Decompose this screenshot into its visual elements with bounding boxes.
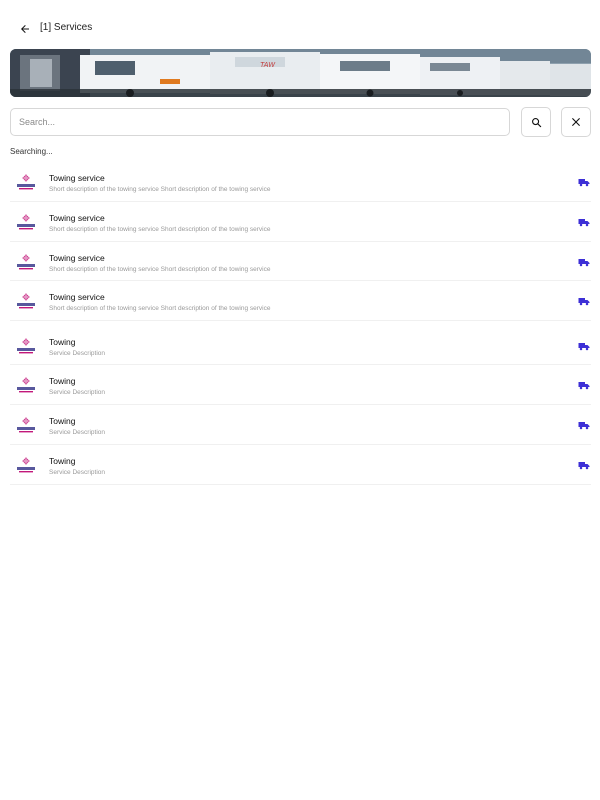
service-item[interactable]: Towing Service Description [10, 326, 591, 366]
service-title: Towing [49, 376, 76, 387]
service-item[interactable]: Towing Service Description [10, 445, 591, 485]
back-button[interactable] [14, 18, 36, 40]
status-text: Searching... [10, 147, 53, 156]
page-title: [1] Services [40, 22, 93, 33]
service-description: Service Description [49, 389, 105, 397]
all-in-1-logo [17, 253, 35, 269]
service-title: Towing service [49, 173, 105, 183]
services-list: Towing service Short description of the … [10, 162, 591, 485]
service-description: Short description of the towing service … [49, 305, 271, 313]
service-description: Short description of the towing service … [49, 186, 271, 193]
truck-icon [578, 342, 590, 350]
service-item[interactable]: Towing Service Description [10, 365, 591, 406]
all-in-1-logo [17, 293, 35, 309]
service-description: Short description of the towing service … [49, 225, 271, 233]
service-description: Service Description [49, 429, 105, 437]
truck-icon [578, 179, 590, 187]
service-item[interactable]: Towing service Short description of the … [10, 162, 591, 202]
service-title: Towing [49, 336, 76, 347]
truck-icon [578, 382, 590, 390]
all-in-1-logo [17, 457, 35, 473]
service-title: Towing [49, 416, 76, 427]
service-item[interactable]: Towing service Short description of the … [10, 202, 591, 242]
service-description: Service Description [49, 469, 105, 477]
service-title: Towing service [49, 252, 105, 263]
clear-button[interactable] [561, 107, 591, 137]
service-item[interactable]: Towing service Short description of the … [10, 242, 591, 282]
all-in-1-logo [17, 417, 35, 433]
truck-icon [578, 462, 590, 470]
all-in-1-logo [17, 174, 35, 190]
close-icon [572, 118, 580, 126]
search-icon [531, 117, 541, 127]
service-item[interactable]: Towing service Short description of the … [10, 281, 591, 322]
search-input[interactable] [10, 108, 510, 136]
truck-icon [578, 258, 590, 266]
service-title: Towing service [49, 292, 105, 303]
banner-image: TAW [10, 49, 591, 97]
all-in-1-logo [17, 213, 35, 230]
truck-icon [578, 218, 590, 227]
trucks-illustration: TAW [10, 49, 591, 97]
truck-icon [578, 298, 590, 306]
service-description: Short description of the towing service … [49, 265, 271, 273]
svg-text:TAW: TAW [260, 62, 276, 69]
search-button[interactable] [521, 107, 551, 137]
truck-icon [578, 422, 590, 430]
service-item[interactable]: Towing Service Description [10, 405, 591, 446]
all-in-1-logo [17, 377, 35, 393]
service-description: Service Description [49, 349, 105, 357]
arrow-left-icon [21, 25, 29, 33]
all-in-1-logo [17, 337, 35, 354]
service-title: Towing [49, 456, 76, 467]
service-title: Towing service [49, 212, 105, 223]
